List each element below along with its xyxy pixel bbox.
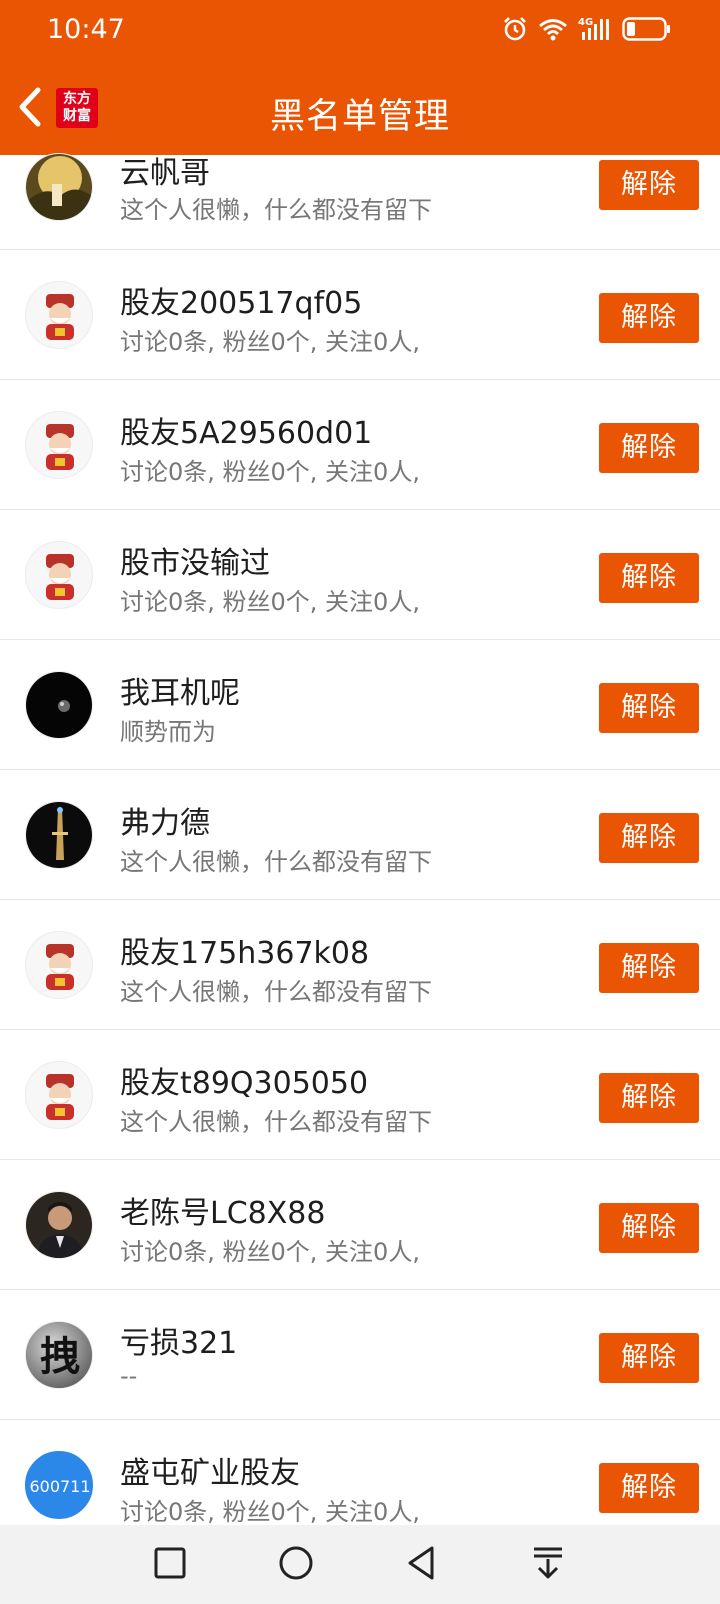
unblock-button[interactable]: 解除 bbox=[599, 1463, 699, 1513]
list-item: 股市没输过 讨论0条, 粉丝0个, 关注0人, 解除 bbox=[0, 510, 720, 640]
avatar bbox=[25, 1061, 93, 1129]
user-name: 股友175h367k08 bbox=[120, 936, 370, 971]
system-nav-bar bbox=[0, 1525, 720, 1604]
user-name: 股友200517qf05 bbox=[120, 286, 363, 321]
notification-pull-icon[interactable] bbox=[528, 1543, 568, 1583]
back-icon[interactable] bbox=[402, 1543, 442, 1583]
alarm-icon bbox=[504, 17, 526, 41]
avatar bbox=[25, 671, 93, 739]
unblock-button[interactable]: 解除 bbox=[599, 1073, 699, 1123]
list-item: 股友175h367k08 这个人很懒，什么都没有留下 解除 bbox=[0, 900, 720, 1030]
avatar bbox=[25, 411, 93, 479]
avatar bbox=[25, 1191, 93, 1259]
user-desc: 这个人很懒，什么都没有留下 bbox=[120, 848, 432, 876]
user-desc: 讨论0条, 粉丝0个, 关注0人, bbox=[120, 1238, 420, 1266]
unblock-button[interactable]: 解除 bbox=[599, 423, 699, 473]
status-time: 10:47 bbox=[47, 14, 125, 45]
page-title: 黑名单管理 bbox=[269, 97, 450, 137]
app-bar: 10:47 4G 东方 财富 黑名单管理 bbox=[0, 0, 720, 155]
status-icons: 4G bbox=[502, 16, 672, 42]
user-desc: 讨论0条, 粉丝0个, 关注0人, bbox=[120, 458, 420, 486]
user-name: 亏损321 bbox=[120, 1326, 238, 1361]
avatar: 600711 bbox=[25, 1451, 93, 1519]
avatar-text: 600711 bbox=[29, 1477, 90, 1496]
unblock-button[interactable]: 解除 bbox=[599, 1203, 699, 1253]
user-desc: 讨论0条, 粉丝0个, 关注0人, bbox=[120, 1498, 420, 1526]
signal-4g-icon: 4G bbox=[578, 17, 609, 40]
user-name: 股友5A29560d01 bbox=[120, 416, 373, 451]
unblock-button[interactable]: 解除 bbox=[599, 813, 699, 863]
user-desc: 这个人很懒，什么都没有留下 bbox=[120, 978, 432, 1006]
status-bar: 10:47 4G bbox=[0, 0, 720, 66]
user-name: 我耳机呢 bbox=[120, 676, 240, 711]
title-row: 东方 财富 黑名单管理 bbox=[0, 66, 720, 155]
list-item: 股友t89Q305050 这个人很懒，什么都没有留下 解除 bbox=[0, 1030, 720, 1160]
user-name: 云帆哥 bbox=[120, 156, 210, 191]
unblock-button[interactable]: 解除 bbox=[599, 553, 699, 603]
user-desc: 这个人很懒，什么都没有留下 bbox=[120, 1108, 432, 1136]
avatar: 拽 bbox=[25, 1321, 93, 1389]
user-name: 弗力德 bbox=[120, 806, 210, 841]
user-name: 股友t89Q305050 bbox=[120, 1066, 369, 1101]
user-name: 老陈号LC8X88 bbox=[120, 1196, 326, 1231]
list-item: 我耳机呢 顺势而为 解除 bbox=[0, 640, 720, 770]
battery-icon bbox=[622, 17, 670, 41]
avatar bbox=[25, 801, 93, 869]
list-item: 股友200517qf05 讨论0条, 粉丝0个, 关注0人, 解除 bbox=[0, 250, 720, 380]
recent-apps-icon[interactable] bbox=[150, 1543, 190, 1583]
list-item: 股友5A29560d01 讨论0条, 粉丝0个, 关注0人, 解除 bbox=[0, 380, 720, 510]
unblock-button[interactable]: 解除 bbox=[599, 160, 699, 210]
user-desc: 讨论0条, 粉丝0个, 关注0人, bbox=[120, 328, 420, 356]
avatar bbox=[25, 541, 93, 609]
user-desc: 顺势而为 bbox=[120, 718, 216, 746]
unblock-button[interactable]: 解除 bbox=[599, 683, 699, 733]
svg-text:4G: 4G bbox=[578, 17, 593, 28]
home-icon[interactable] bbox=[276, 1543, 316, 1583]
list-item: 云帆哥 这个人很懒，什么都没有留下 解除 bbox=[0, 153, 720, 250]
user-desc: 讨论0条, 粉丝0个, 关注0人, bbox=[120, 588, 420, 616]
user-desc: -- bbox=[120, 1362, 138, 1390]
wifi-icon bbox=[539, 19, 567, 41]
avatar bbox=[25, 153, 93, 221]
user-name: 股市没输过 bbox=[120, 546, 270, 581]
unblock-button[interactable]: 解除 bbox=[599, 293, 699, 343]
avatar bbox=[25, 931, 93, 999]
list-item: 老陈号LC8X88 讨论0条, 粉丝0个, 关注0人, 解除 bbox=[0, 1160, 720, 1290]
avatar bbox=[25, 281, 93, 349]
list-item: 拽 亏损321 -- 解除 bbox=[0, 1290, 720, 1420]
unblock-button[interactable]: 解除 bbox=[599, 1333, 699, 1383]
user-name: 盛屯矿业股友 bbox=[120, 1456, 300, 1491]
user-desc: 这个人很懒，什么都没有留下 bbox=[120, 196, 432, 224]
unblock-button[interactable]: 解除 bbox=[599, 943, 699, 993]
list-item: 弗力德 这个人很懒，什么都没有留下 解除 bbox=[0, 770, 720, 900]
avatar-text: 拽 bbox=[40, 1333, 80, 1380]
blacklist: 云帆哥 这个人很懒，什么都没有留下 解除 股友200517qf05 讨论0条, … bbox=[0, 153, 720, 1549]
